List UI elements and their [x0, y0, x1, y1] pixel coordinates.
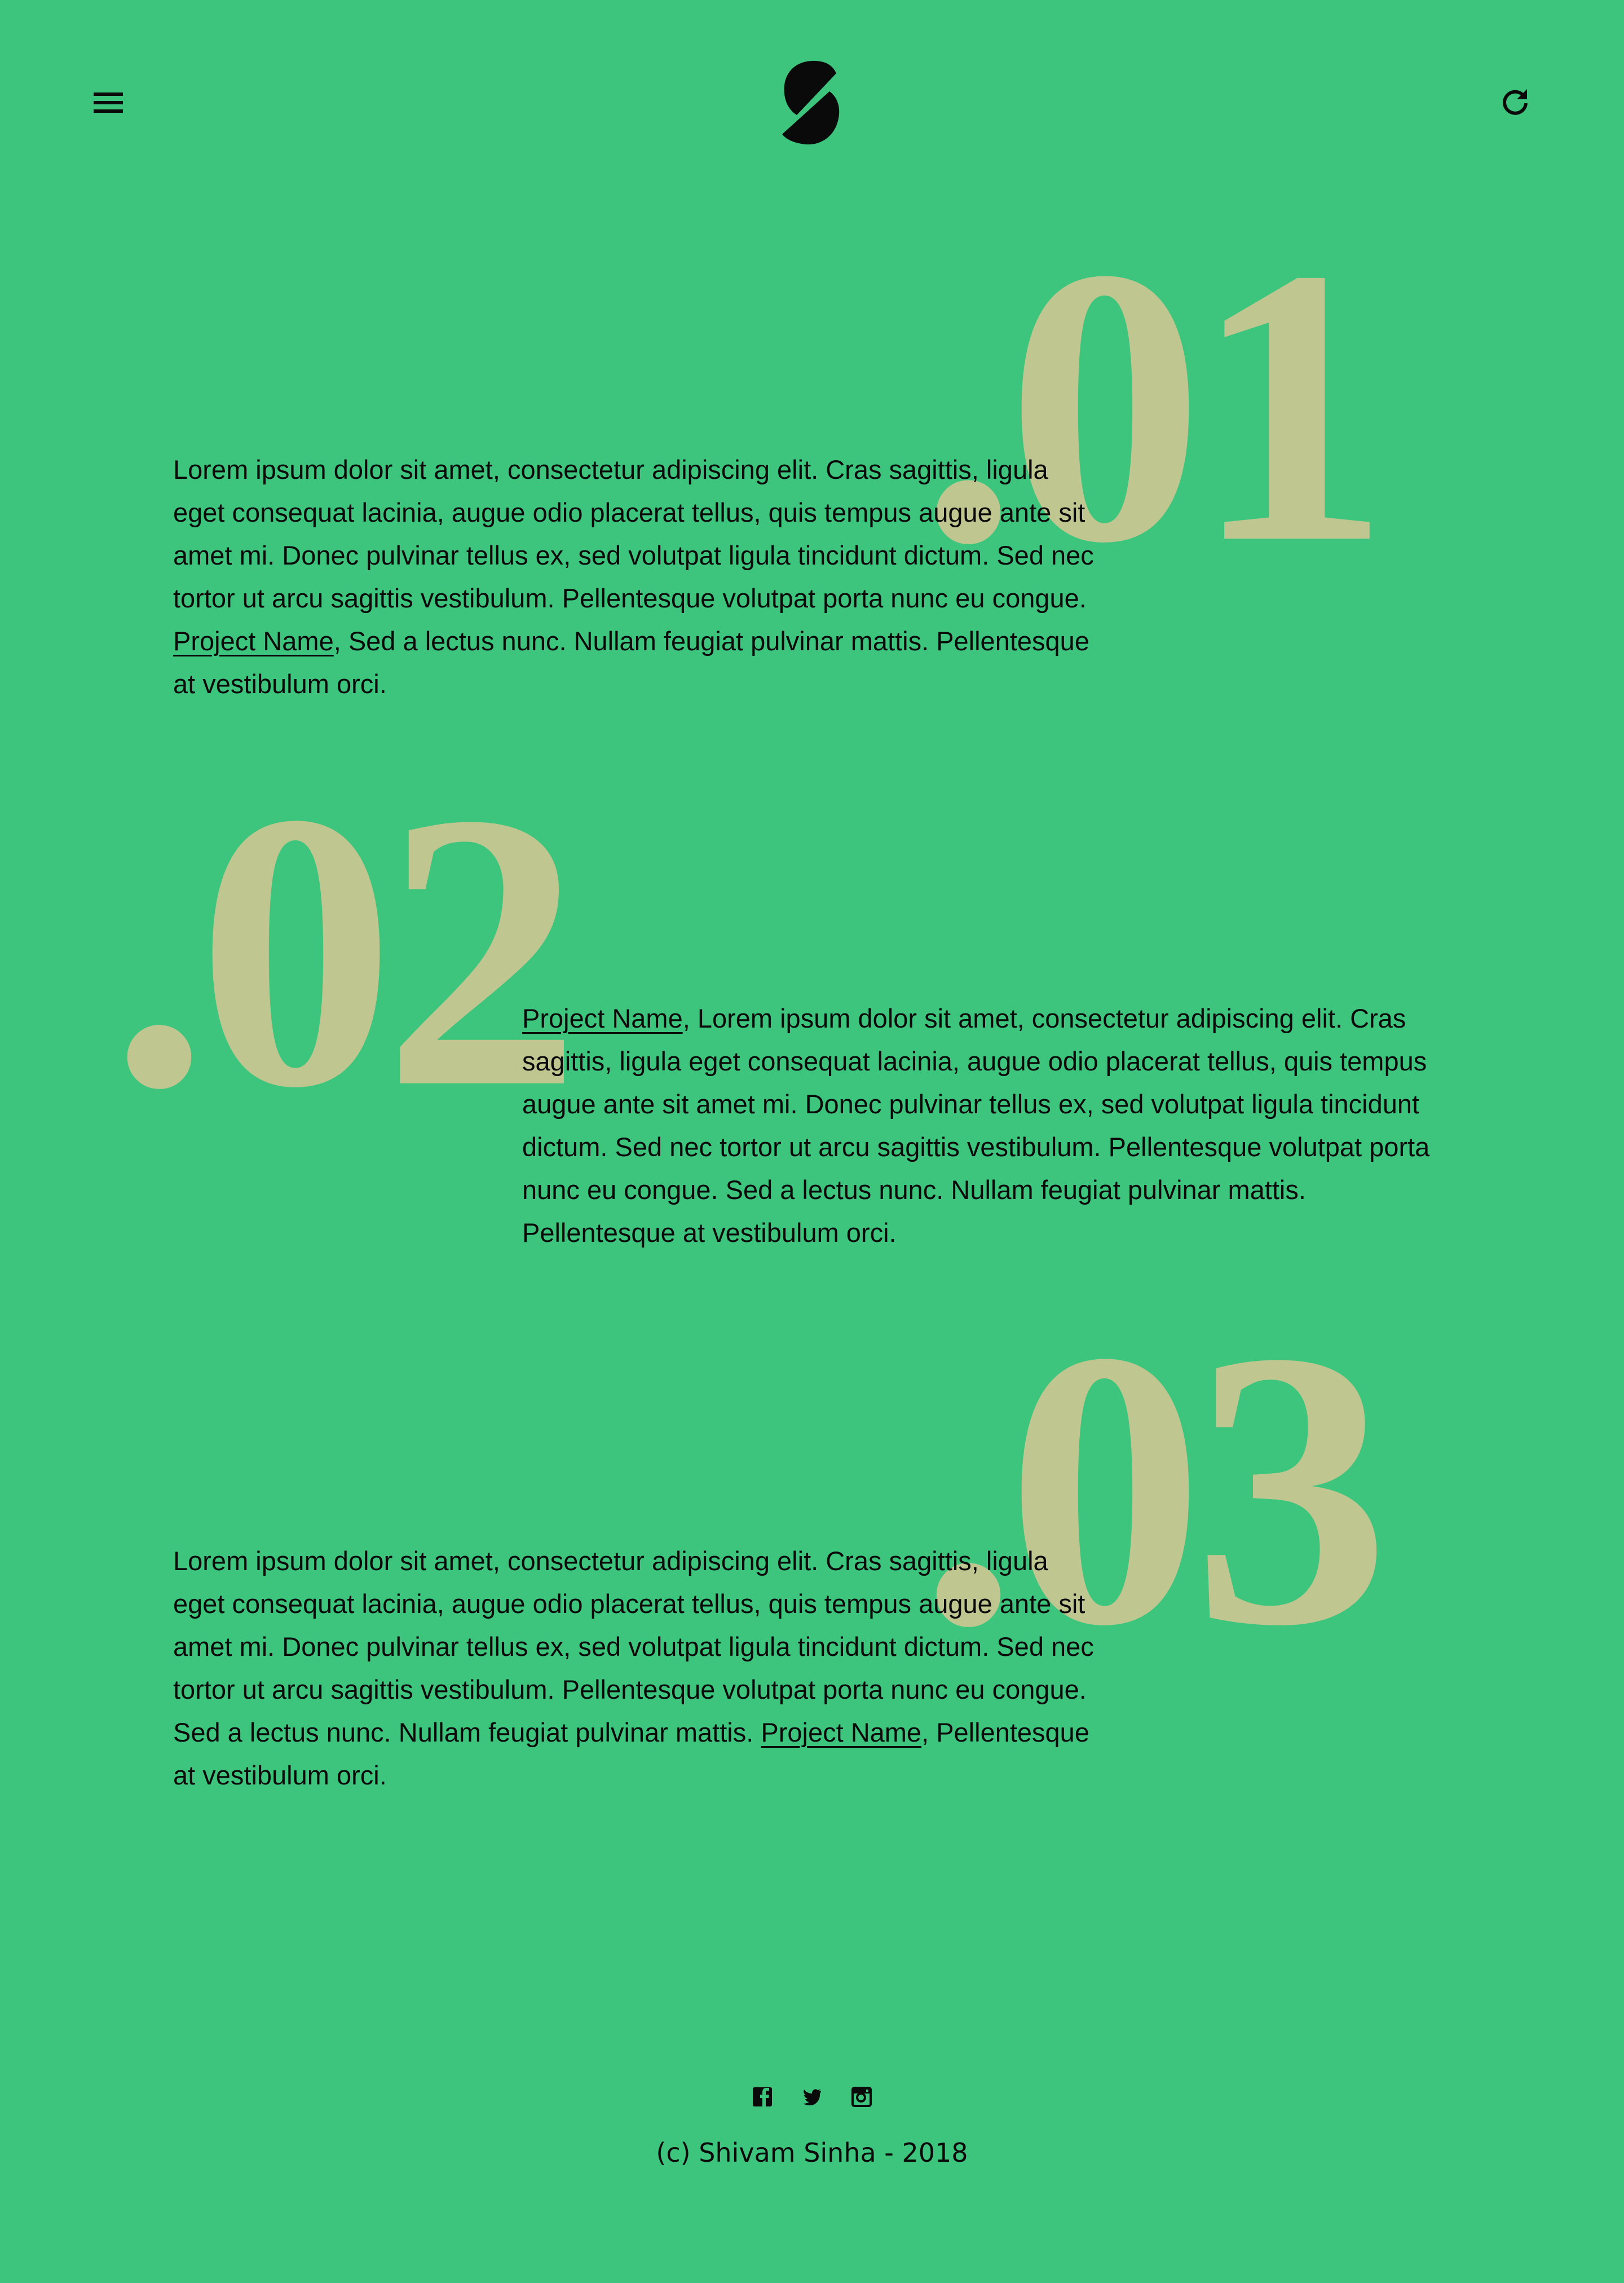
section-text-02: Project Name, Lorem ipsum dolor sit amet…: [522, 997, 1436, 1254]
refresh-icon[interactable]: [1501, 88, 1529, 116]
section-text-01: Lorem ipsum dolor sit amet, consectetur …: [173, 448, 1104, 706]
text-before: Lorem ipsum dolor sit amet, consectetur …: [173, 455, 1094, 613]
copyright-text: (c) Shivam Sinha - 2018: [656, 2137, 968, 2168]
text-after: , Lorem ipsum dolor sit amet, consectetu…: [522, 1003, 1430, 1248]
hamburger-menu-icon[interactable]: [94, 91, 123, 114]
project-name-link[interactable]: Project Name: [173, 626, 334, 656]
instagram-icon[interactable]: [851, 2087, 872, 2110]
project-name-link[interactable]: Project Name: [761, 1717, 921, 1747]
section-number-02: .02: [110, 732, 581, 1169]
project-name-link[interactable]: Project Name: [522, 1003, 683, 1033]
facebook-icon[interactable]: [752, 2087, 773, 2110]
social-links: [0, 2087, 1624, 2110]
twitter-icon[interactable]: [802, 2087, 822, 2110]
section-text-03: Lorem ipsum dolor sit amet, consectetur …: [173, 1540, 1104, 1797]
s-logo[interactable]: [781, 60, 841, 146]
